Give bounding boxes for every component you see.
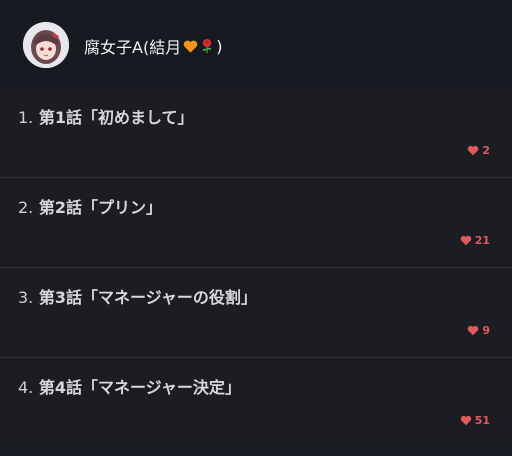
bottom-bar [0, 445, 512, 456]
episode-title: 1. 第1話「初めまして」 [18, 104, 194, 128]
episode-title-text: 第1話「初めまして」 [38, 108, 194, 127]
heart-icon [460, 235, 471, 246]
episode-title: 2. 第2話「プリン」 [18, 194, 162, 218]
episode-list: 1. 第1話「初めまして」 2 2. 第2話「プリン」 21 3. 第3話「マネ… [0, 88, 512, 448]
episode-title-text: 第4話「マネージャー決定」 [38, 378, 241, 397]
orange-heart-icon [183, 40, 198, 53]
episode-title: 4. 第4話「マネージャー決定」 [18, 374, 241, 398]
episode-item[interactable]: 3. 第3話「マネージャーの役割」 9 [0, 268, 512, 358]
episode-number: 1. [18, 108, 34, 127]
episode-title: 3. 第3話「マネージャーの役割」 [18, 284, 257, 308]
author-name-suffix: ) [216, 36, 223, 56]
heart-icon [468, 145, 479, 156]
like-count-value: 2 [482, 144, 490, 157]
author-header[interactable]: 腐女子A(結月 ) [0, 0, 512, 88]
heart-icon [460, 415, 471, 426]
episode-item[interactable]: 4. 第4話「マネージャー決定」 51 [0, 358, 512, 448]
episode-title-text: 第2話「プリン」 [38, 198, 162, 217]
author-name-text: 腐女子A(結月 [84, 38, 182, 57]
episode-number: 4. [18, 378, 34, 397]
like-count: 21 [460, 234, 490, 247]
episode-item[interactable]: 1. 第1話「初めまして」 2 [0, 88, 512, 178]
author-avatar[interactable] [23, 22, 69, 68]
like-count: 2 [467, 144, 490, 157]
episode-title-text: 第3話「マネージャーの役割」 [38, 288, 257, 307]
rose-icon [202, 39, 212, 53]
episode-number: 2. [18, 198, 34, 217]
like-count: 51 [460, 414, 490, 427]
episode-number: 3. [18, 288, 34, 307]
like-count: 9 [467, 324, 490, 337]
author-name[interactable]: 腐女子A(結月 ) [84, 34, 222, 58]
avatar-illustration [23, 22, 69, 68]
like-count-value: 51 [474, 414, 490, 427]
like-count-value: 9 [482, 324, 490, 337]
like-count-value: 21 [474, 234, 490, 247]
heart-icon [468, 325, 479, 336]
episode-item[interactable]: 2. 第2話「プリン」 21 [0, 178, 512, 268]
episode-list-screen: 腐女子A(結月 ) 1. 第1話「初めまして」 2 2. 第2話「プリン」 21… [0, 0, 512, 456]
